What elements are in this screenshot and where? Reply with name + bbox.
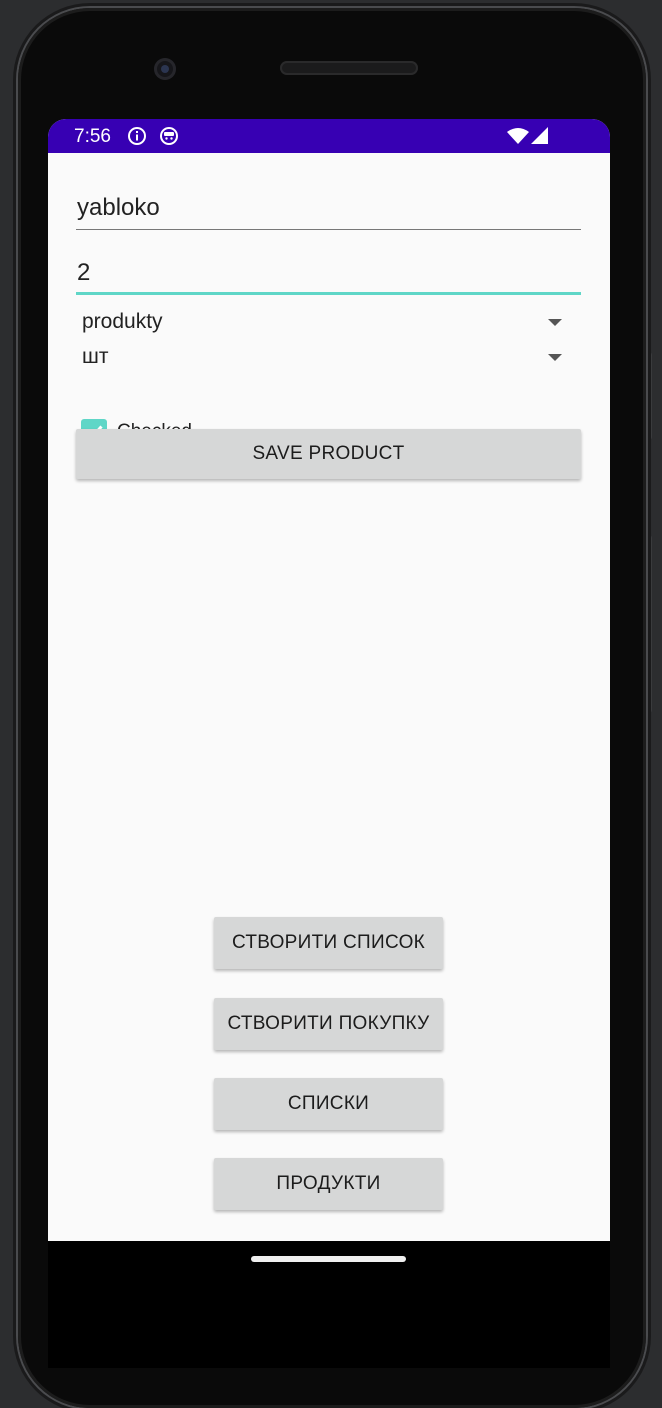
name-input[interactable]: yabloko <box>76 189 581 230</box>
unit-spinner[interactable]: шт <box>82 345 562 375</box>
volume-button <box>646 535 652 713</box>
earpiece-speaker <box>280 61 418 75</box>
quantity-input[interactable]: 2 <box>76 253 581 295</box>
category-spinner[interactable]: produkty <box>82 310 562 340</box>
app-screen: 7:56 yabloko 2 produkty шт SAVE PRODUCT … <box>48 119 610 1241</box>
power-button <box>646 352 652 440</box>
navigation-bar <box>48 1241 610 1368</box>
notification-icon <box>160 127 178 145</box>
dropdown-arrow-icon <box>548 354 562 361</box>
products-label: ПРОДУКТИ <box>276 1173 381 1194</box>
status-bar: 7:56 <box>48 119 610 153</box>
create-list-button[interactable]: СТВОРИТИ СПИСОК <box>214 917 443 969</box>
create-list-label: СТВОРИТИ СПИСОК <box>231 932 426 953</box>
quantity-input-underline <box>76 292 581 295</box>
info-icon <box>128 127 146 145</box>
lists-label: СПИСКИ <box>287 1093 370 1114</box>
create-purchase-button[interactable]: СТВОРИТИ ПОКУПКУ <box>214 998 443 1050</box>
name-input-value: yabloko <box>77 194 160 221</box>
home-gesture-handle[interactable] <box>251 1256 406 1262</box>
category-spinner-value: produkty <box>82 310 163 333</box>
quantity-input-value: 2 <box>77 259 91 286</box>
front-camera <box>154 58 176 80</box>
lists-button[interactable]: СПИСКИ <box>214 1078 443 1130</box>
wifi-icon <box>507 128 529 144</box>
status-time: 7:56 <box>74 126 111 147</box>
save-product-button[interactable]: SAVE PRODUCT <box>76 429 581 479</box>
products-button[interactable]: ПРОДУКТИ <box>214 1158 443 1210</box>
cell-signal-icon <box>531 127 548 144</box>
name-input-underline <box>76 229 581 230</box>
unit-spinner-value: шт <box>82 345 109 368</box>
save-product-label: SAVE PRODUCT <box>252 443 405 464</box>
create-purchase-label: СТВОРИТИ ПОКУПКУ <box>227 1013 430 1034</box>
form-content: yabloko 2 produkty шт Checked SAVE PRODU… <box>48 153 610 1241</box>
dropdown-arrow-icon <box>548 319 562 326</box>
